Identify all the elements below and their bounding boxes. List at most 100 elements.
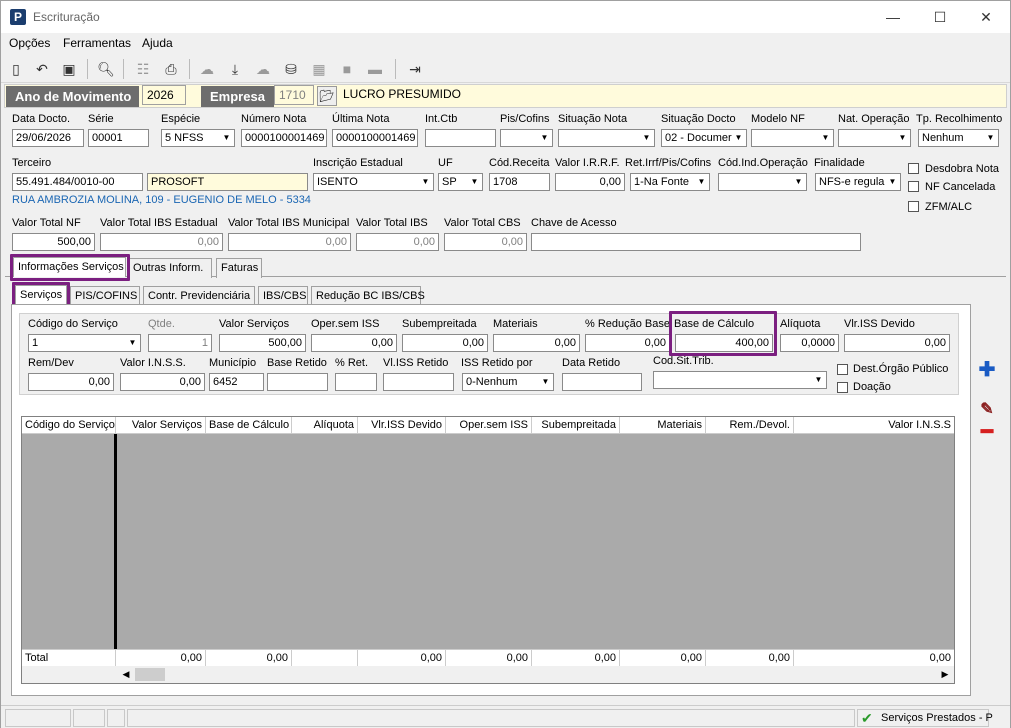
edit-icon[interactable]: ✎ xyxy=(974,398,1000,422)
especie-select[interactable]: 5 NFSS ▼ xyxy=(161,129,235,147)
valor-irrf-field[interactable]: 0,00 xyxy=(555,173,625,191)
materiais-field[interactable]: 0,00 xyxy=(493,334,580,352)
ano-field[interactable]: 2026 xyxy=(142,85,186,105)
tp-recolhimento-select[interactable]: Nenhum ▼ xyxy=(918,129,999,147)
tab-reducao-bc[interactable]: Redução BC IBS/CBS xyxy=(311,286,425,306)
codigo-servico-select[interactable]: 1 ▼ xyxy=(28,334,141,352)
maximize-button[interactable]: ☐ xyxy=(925,7,955,27)
base-retido-field[interactable] xyxy=(267,373,328,391)
grid-col-aliquota[interactable]: Alíquota xyxy=(292,417,358,434)
menu-ajuda[interactable]: Ajuda xyxy=(142,36,173,50)
tab-contr-previdenciaria[interactable]: Contr. Previdenciária xyxy=(143,286,255,306)
folder-open-icon[interactable]: 📂︎ xyxy=(317,86,337,106)
close-button[interactable]: ✕ xyxy=(971,7,1001,27)
grid-col-vlr-iss-devido[interactable]: Vlr.ISS Devido xyxy=(358,417,446,434)
download-icon[interactable]: ⤓ xyxy=(225,59,245,79)
grid-col-valor-servicos[interactable]: Valor Serviços xyxy=(116,417,206,434)
preview-icon[interactable]: 🔍︎ xyxy=(96,59,116,79)
reducao-base-field[interactable]: 0,00 xyxy=(585,334,670,352)
ibs-field[interactable]: 0,00 xyxy=(356,233,439,251)
cloud-icon[interactable]: ☁ xyxy=(197,59,217,79)
cbs-field[interactable]: 0,00 xyxy=(444,233,527,251)
valor-servicos-field[interactable]: 500,00 xyxy=(219,334,306,352)
grid-col-oper-sem-iss[interactable]: Oper.sem ISS xyxy=(446,417,532,434)
scroll-left-icon[interactable]: ◀ xyxy=(119,667,133,682)
int-ctb-field[interactable] xyxy=(425,129,496,147)
chave-field[interactable] xyxy=(531,233,861,251)
codigo-servico-label: Código do Serviço xyxy=(28,318,118,330)
nat-operacao-select[interactable]: ▼ xyxy=(838,129,911,147)
tab-outras-inform[interactable]: Outras Inform. xyxy=(128,258,212,278)
tree-icon[interactable]: ☷ xyxy=(133,59,153,79)
inscricao-select[interactable]: ISENTO ▼ xyxy=(313,173,434,191)
new-icon[interactable]: ▯ xyxy=(6,59,26,79)
grid-col-valor-inss[interactable]: Valor I.N.S.S xyxy=(794,417,954,434)
scroll-thumb[interactable] xyxy=(135,668,165,681)
scroll-right-icon[interactable]: ▶ xyxy=(938,667,952,682)
rem-dev-field[interactable]: 0,00 xyxy=(28,373,114,391)
vlr-iss-devido-field[interactable]: 0,00 xyxy=(844,334,950,352)
vl-iss-retido-field[interactable] xyxy=(383,373,454,391)
desdobra-nota-checkbox[interactable] xyxy=(908,163,919,174)
tab-faturas[interactable]: Faturas xyxy=(216,258,262,278)
grid-col-materiais[interactable]: Materiais xyxy=(620,417,706,434)
add-icon[interactable]: ✚ xyxy=(974,358,1000,382)
data-retido-field[interactable] xyxy=(562,373,642,391)
panel-icon[interactable]: ▦ xyxy=(309,59,329,79)
grid-col-subempreitada[interactable]: Subempreitada xyxy=(532,417,620,434)
grid-col-codigo[interactable]: Código do Serviço xyxy=(22,417,116,434)
zfm-alc-checkbox[interactable] xyxy=(908,201,919,212)
doacao-checkbox[interactable] xyxy=(837,382,848,393)
menu-opcoes[interactable]: Opções xyxy=(9,36,50,50)
ibs-municipal-field[interactable]: 0,00 xyxy=(228,233,351,251)
valor-total-nf-field[interactable]: 500,00 xyxy=(12,233,95,251)
uf-select[interactable]: SP ▼ xyxy=(438,173,483,191)
grid-total-valor-servicos: 0,00 xyxy=(116,650,206,667)
ret-irrf-select[interactable]: 1-Na Fonte ▼ xyxy=(630,173,710,191)
serie-field[interactable]: 00001 xyxy=(88,129,149,147)
save-icon[interactable]: ▣ xyxy=(59,59,79,79)
undo-icon[interactable]: ↶ xyxy=(32,59,52,79)
empresa-code-field[interactable]: 1710 xyxy=(274,85,314,105)
subempreitada-field[interactable]: 0,00 xyxy=(402,334,488,352)
cib-icon[interactable]: ⛁ xyxy=(281,59,301,79)
ultima-nota-field[interactable]: 0000100001469 xyxy=(332,129,418,147)
terceiro-cnpj-field[interactable]: 55.491.484/0010-00 xyxy=(12,173,143,191)
tab-pis-cofins[interactable]: PIS/COFINS xyxy=(70,286,140,306)
situacao-docto-select[interactable]: 02 - Documer ▼ xyxy=(661,129,747,147)
minimize-button[interactable]: — xyxy=(878,7,908,27)
aliquota-field[interactable]: 0,0000 xyxy=(780,334,839,352)
terceiro-name-field[interactable]: PROSOFT xyxy=(147,173,308,191)
grid-horizontal-scrollbar[interactable]: ◀ ▶ xyxy=(22,666,954,683)
cod-sit-trib-select[interactable]: ▼ xyxy=(653,371,827,389)
nf-cancelada-checkbox[interactable] xyxy=(908,181,919,192)
panel-icon[interactable]: ■ xyxy=(337,59,357,79)
grid-col-rem-devol[interactable]: Rem./Devol. xyxy=(706,417,794,434)
valor-inss-field[interactable]: 0,00 xyxy=(120,373,205,391)
exit-icon[interactable]: ⇥ xyxy=(405,59,425,79)
status-module: ✔ Serviços Prestados - P xyxy=(857,709,993,727)
cod-ind-op-select[interactable]: ▼ xyxy=(718,173,807,191)
menu-ferramentas[interactable]: Ferramentas xyxy=(63,36,131,50)
data-docto-field[interactable]: 29/06/2026 xyxy=(12,129,84,147)
oper-sem-iss-field[interactable]: 0,00 xyxy=(311,334,397,352)
situacao-nota-select[interactable]: ▼ xyxy=(558,129,655,147)
municipio-field[interactable]: 6452 xyxy=(209,373,264,391)
ibs-estadual-field[interactable]: 0,00 xyxy=(100,233,223,251)
pct-ret-field[interactable] xyxy=(335,373,377,391)
pis-cofins-select[interactable]: ▼ xyxy=(500,129,553,147)
qtde-field[interactable]: 1 xyxy=(148,334,212,352)
grid-col-base-calculo[interactable]: Base de Cálculo xyxy=(206,417,292,434)
finalidade-select[interactable]: NFS-e regula ▼ xyxy=(815,173,901,191)
remove-icon[interactable]: ━ xyxy=(974,420,1000,444)
tab-ibs-cbs[interactable]: IBS/CBS xyxy=(258,286,308,306)
dest-orgao-checkbox[interactable] xyxy=(837,364,848,375)
print-icon[interactable]: ⎙ xyxy=(161,59,181,79)
minus-icon[interactable]: ▬ xyxy=(365,59,385,79)
valor-inss-label: Valor I.N.S.S. xyxy=(120,357,186,369)
numero-nota-field[interactable]: 0000100001469 xyxy=(241,129,327,147)
iss-retido-por-select[interactable]: 0-Nenhum ▼ xyxy=(462,373,554,391)
modelo-nf-select[interactable]: ▼ xyxy=(751,129,834,147)
cod-receita-field[interactable]: 1708 xyxy=(489,173,550,191)
cloud-gray-icon[interactable]: ☁ xyxy=(253,59,273,79)
